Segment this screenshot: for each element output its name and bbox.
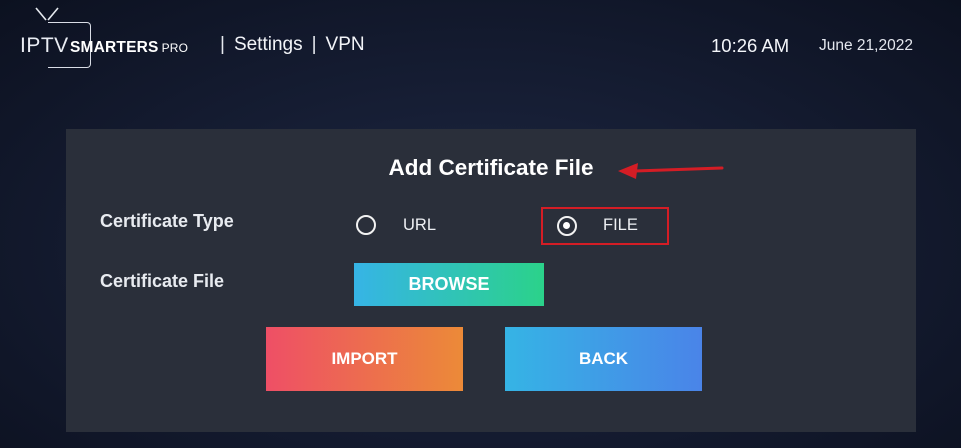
back-button[interactable]: BACK — [505, 327, 702, 391]
option-url-label[interactable]: URL — [403, 216, 436, 235]
dialog-title: Add Certificate File — [388, 155, 594, 180]
import-button[interactable]: IMPORT — [266, 327, 463, 391]
option-file-label[interactable]: FILE — [603, 216, 638, 235]
breadcrumb: | Settings | VPN — [211, 34, 365, 56]
breadcrumb-settings[interactable]: Settings — [234, 34, 303, 55]
radio-file[interactable] — [557, 216, 577, 236]
clock-time: 10:26 AM — [711, 35, 790, 56]
app-logo: IPTV SMARTERS PRO — [20, 6, 216, 68]
logo-pro: PRO — [161, 41, 189, 55]
certificate-file-label: Certificate File — [100, 271, 225, 291]
radio-url[interactable] — [356, 215, 376, 235]
logo-iptv: IPTV — [20, 34, 69, 57]
clock-date: June 21,2022 — [819, 37, 913, 54]
logo-smarters-text: SMARTERS — [70, 39, 159, 56]
breadcrumb-separator: | — [220, 34, 225, 55]
certificate-type-label: Certificate Type — [100, 211, 234, 231]
top-bar: IPTV SMARTERS PRO | Settings | VPN 10:26 AM … — [0, 0, 961, 80]
browse-button[interactable]: BROWSE — [354, 263, 544, 306]
breadcrumb-vpn[interactable]: VPN — [326, 34, 365, 55]
logo-smarters: SMARTERS PRO — [70, 39, 188, 57]
breadcrumb-separator: | — [311, 34, 317, 55]
arrow-left-icon — [618, 163, 724, 179]
